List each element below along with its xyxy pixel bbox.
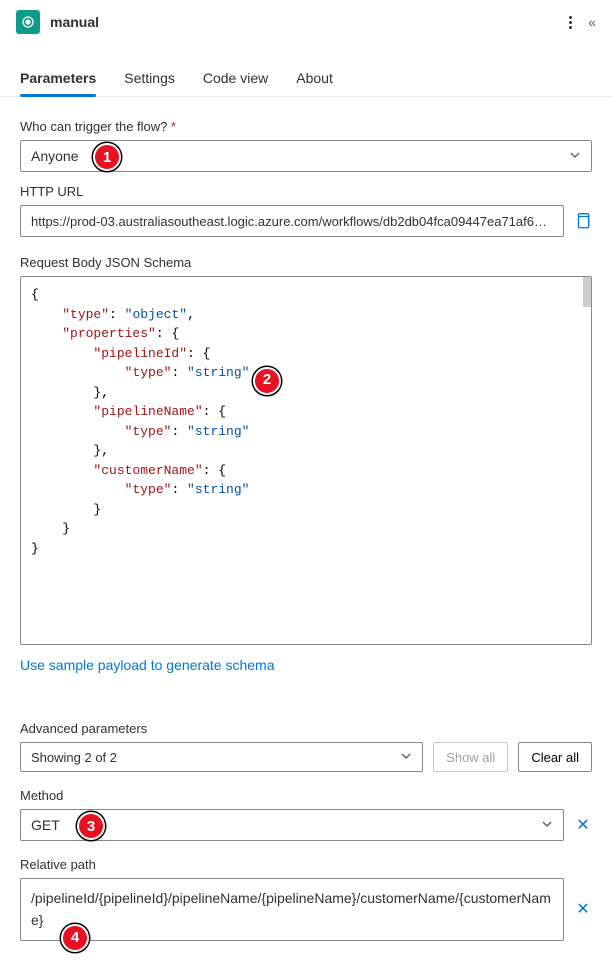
- advanced-params-value: Showing 2 of 2: [31, 750, 117, 765]
- tab-bar: Parameters Settings Code view About: [0, 62, 612, 97]
- tab-about[interactable]: About: [296, 62, 333, 96]
- http-url-field[interactable]: https://prod-03.australiasoutheast.logic…: [20, 205, 564, 237]
- page-title: manual: [50, 14, 559, 30]
- callout-badge-2: 2: [253, 367, 281, 395]
- remove-method-button[interactable]: ✕: [574, 815, 592, 835]
- trigger-label: Who can trigger the flow? *: [20, 119, 592, 134]
- remove-relative-path-button[interactable]: ✕: [574, 899, 592, 919]
- collapse-panel-button[interactable]: «: [588, 14, 596, 30]
- schema-label: Request Body JSON Schema: [20, 255, 592, 270]
- tab-settings[interactable]: Settings: [124, 62, 175, 96]
- callout-badge-4: 4: [61, 924, 89, 952]
- tab-code-view[interactable]: Code view: [203, 62, 268, 96]
- chevron-down-icon: [541, 817, 553, 833]
- trigger-value: Anyone: [31, 148, 78, 164]
- advanced-params-dropdown[interactable]: Showing 2 of 2: [20, 742, 423, 772]
- method-value: GET: [31, 817, 60, 833]
- tab-parameters[interactable]: Parameters: [20, 62, 96, 96]
- clear-all-button[interactable]: Clear all: [518, 742, 592, 772]
- schema-editor[interactable]: { "type": "object", "properties": { "pip…: [20, 276, 592, 645]
- trigger-dropdown[interactable]: Anyone 1: [20, 140, 592, 172]
- method-dropdown[interactable]: GET 3: [20, 809, 564, 841]
- relative-path-input[interactable]: /pipelineId/{pipelineId}/pipelineName/{p…: [20, 878, 564, 941]
- scrollbar-thumb[interactable]: [583, 277, 591, 307]
- chevron-down-icon: [569, 148, 581, 164]
- show-all-button: Show all: [433, 742, 508, 772]
- advanced-params-label: Advanced parameters: [20, 721, 592, 736]
- chevron-down-icon: [400, 750, 412, 765]
- more-menu-button[interactable]: [569, 16, 572, 29]
- trigger-icon: [16, 10, 40, 34]
- method-label: Method: [20, 788, 592, 803]
- relative-path-label: Relative path: [20, 857, 592, 872]
- callout-badge-3: 3: [77, 812, 105, 840]
- relative-path-value: /pipelineId/{pipelineId}/pipelineName/{p…: [31, 890, 551, 928]
- copy-url-button[interactable]: [574, 212, 592, 230]
- http-url-label: HTTP URL: [20, 184, 592, 199]
- use-sample-payload-link[interactable]: Use sample payload to generate schema: [20, 657, 274, 673]
- callout-badge-1: 1: [93, 143, 121, 171]
